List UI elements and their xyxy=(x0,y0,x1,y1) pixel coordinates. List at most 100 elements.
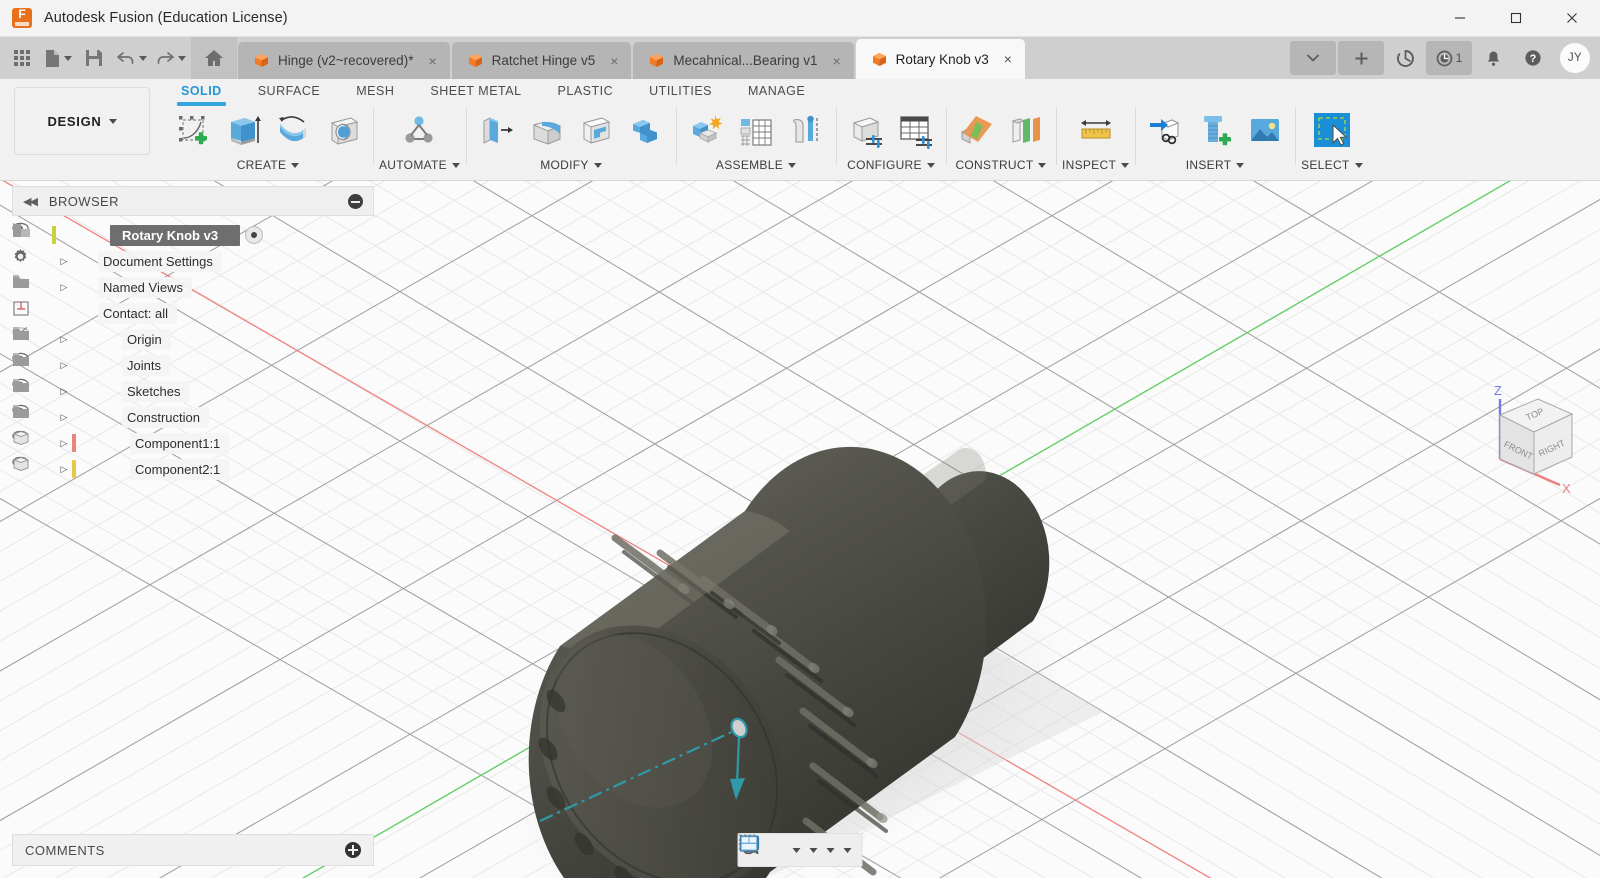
tree-node-construction[interactable]: ▷ Construction xyxy=(12,404,374,430)
joint-icon[interactable] xyxy=(782,106,830,154)
notifications-button[interactable] xyxy=(1474,41,1512,75)
ribbon-tab-mesh[interactable]: MESH xyxy=(338,79,412,102)
automated-modeling-icon[interactable] xyxy=(395,106,443,154)
expand-arrow-icon[interactable]: ▷ xyxy=(56,334,72,345)
ribbon-tab-manage[interactable]: MANAGE xyxy=(730,79,823,102)
close-icon[interactable]: × xyxy=(832,54,840,68)
hole-icon[interactable] xyxy=(319,106,367,154)
look-at-button[interactable] xyxy=(739,835,770,865)
expand-arrow-icon[interactable]: ▷ xyxy=(56,256,72,267)
viewports-button[interactable] xyxy=(739,835,856,865)
chevron-down-icon[interactable] xyxy=(826,847,835,853)
ribbon-group-automate-label[interactable]: AUTOMATE xyxy=(379,155,460,175)
revolve-icon[interactable] xyxy=(269,106,317,154)
document-tab[interactable]: Hinge (v2~recovered)* × xyxy=(238,42,450,79)
tree-node-component2[interactable]: ▷ Component2:1 xyxy=(12,456,374,482)
undo-button[interactable] xyxy=(113,41,150,75)
save-button[interactable] xyxy=(77,41,111,75)
ribbon-tab-sheet-metal[interactable]: SHEET METAL xyxy=(412,79,539,102)
press-pull-icon[interactable] xyxy=(472,106,520,154)
tree-node-contact[interactable]: Contact: all xyxy=(12,300,374,326)
tree-node-component1[interactable]: ▷ Component1:1 xyxy=(12,430,374,456)
close-icon[interactable] xyxy=(1544,0,1600,37)
workspace-selector[interactable]: DESIGN xyxy=(14,87,150,155)
chevron-down-icon[interactable] xyxy=(64,55,72,61)
document-tab[interactable]: Ratchet Hinge v5 × xyxy=(451,42,632,79)
extrude-icon[interactable] xyxy=(219,106,267,154)
ribbon-tab-solid[interactable]: SOLID xyxy=(163,79,240,106)
expand-arrow-icon[interactable]: ▷ xyxy=(56,386,72,397)
document-tab-active[interactable]: Rotary Knob v3 × xyxy=(855,39,1025,79)
activate-component-radio[interactable] xyxy=(245,226,264,244)
ribbon-group-modify-label[interactable]: MODIFY xyxy=(540,155,602,175)
tree-node-origin[interactable]: ▷ Origin xyxy=(12,326,374,352)
close-icon[interactable]: × xyxy=(428,54,436,68)
insert-derive-icon[interactable] xyxy=(1141,106,1189,154)
new-component-icon[interactable] xyxy=(682,106,730,154)
tab-list-dropdown[interactable] xyxy=(1290,41,1336,75)
configuration-table-icon[interactable] xyxy=(892,106,940,154)
display-settings-button[interactable] xyxy=(739,835,822,865)
ribbon-group-assemble-label[interactable]: ASSEMBLE xyxy=(716,155,797,175)
zoom-window-button[interactable] xyxy=(738,834,805,865)
joint-table-icon[interactable] xyxy=(732,106,780,154)
fillet-icon[interactable] xyxy=(522,106,570,154)
ribbon-group-configure-label[interactable]: CONFIGURE xyxy=(847,155,935,175)
avatar[interactable]: JY xyxy=(1560,43,1590,73)
grid-snaps-button[interactable] xyxy=(740,835,839,865)
create-sketch-icon[interactable] xyxy=(169,106,217,154)
close-icon[interactable]: × xyxy=(610,54,618,68)
app-launcher-button[interactable] xyxy=(5,41,39,75)
tree-node-document-settings[interactable]: ▷ Document Settings xyxy=(12,248,374,274)
zoom-button[interactable] xyxy=(740,835,788,865)
minimize-icon[interactable] xyxy=(1432,0,1488,37)
help-button[interactable]: ? xyxy=(1514,41,1552,75)
insert-image-icon[interactable] xyxy=(1241,106,1289,154)
expand-arrow-icon[interactable]: ▷ xyxy=(56,464,72,475)
expand-arrow-icon[interactable]: ▷ xyxy=(56,360,72,371)
pan-button[interactable] xyxy=(740,835,779,865)
measure-icon[interactable] xyxy=(1072,106,1120,154)
select-tool-icon[interactable] xyxy=(1308,106,1356,154)
chevron-down-icon[interactable] xyxy=(792,847,801,853)
expand-arrow-icon[interactable]: ▷ xyxy=(56,412,72,423)
ribbon-group-insert-label[interactable]: INSERT xyxy=(1186,155,1245,175)
tree-node-sketches[interactable]: ▷ Sketches xyxy=(12,378,374,404)
tree-node-named-views[interactable]: ▷ Named Views xyxy=(12,274,374,300)
tree-node-joints[interactable]: ▷ Joints xyxy=(12,352,374,378)
ribbon-group-create-label[interactable]: CREATE xyxy=(237,155,300,175)
redo-button[interactable] xyxy=(152,41,189,75)
ribbon-group-construct-label[interactable]: CONSTRUCT xyxy=(955,155,1047,175)
chevron-down-icon[interactable] xyxy=(843,847,852,853)
collapse-left-icon[interactable]: ◀◀ xyxy=(23,195,38,208)
new-document-button[interactable] xyxy=(41,41,75,75)
configuration-icon[interactable] xyxy=(842,106,890,154)
combine-icon[interactable] xyxy=(622,106,670,154)
sync-icon[interactable] xyxy=(1386,41,1424,75)
plane-at-angle-icon[interactable] xyxy=(1002,106,1050,154)
plus-circle-icon[interactable] xyxy=(345,842,361,858)
maximize-icon[interactable] xyxy=(1488,0,1544,37)
viewport-canvas[interactable]: Z X TOP FRONT RIGHT ◀◀ BROWSER Rotary Kn… xyxy=(0,181,1600,878)
minus-circle-icon[interactable] xyxy=(348,193,363,209)
ribbon-tab-surface[interactable]: SURFACE xyxy=(240,79,339,102)
ribbon-group-inspect-label[interactable]: INSPECT xyxy=(1062,155,1130,175)
job-status-button[interactable]: 1 xyxy=(1426,41,1472,75)
expand-arrow-icon[interactable]: ▷ xyxy=(56,282,72,293)
ribbon-group-select-label[interactable]: SELECT xyxy=(1301,155,1363,175)
tree-node-rotary-knob[interactable]: Rotary Knob v3 xyxy=(12,222,374,248)
offset-plane-icon[interactable] xyxy=(952,106,1000,154)
ribbon-tab-utilities[interactable]: UTILITIES xyxy=(631,79,730,102)
home-button[interactable] xyxy=(191,37,237,79)
chevron-down-icon[interactable] xyxy=(139,55,147,61)
new-tab-button[interactable] xyxy=(1338,41,1384,75)
document-tab[interactable]: Mecahnical...Bearing v1 × xyxy=(633,42,854,79)
expand-arrow-icon[interactable]: ▷ xyxy=(56,438,72,449)
chevron-down-icon[interactable] xyxy=(809,847,818,853)
chevron-down-icon[interactable] xyxy=(178,55,186,61)
shell-icon[interactable] xyxy=(572,106,620,154)
insert-mcmaster-part-icon[interactable] xyxy=(1191,106,1239,154)
comments-panel[interactable]: COMMENTS xyxy=(12,834,374,866)
close-icon[interactable]: × xyxy=(1004,52,1012,66)
ribbon-tab-plastic[interactable]: PLASTIC xyxy=(540,79,632,102)
